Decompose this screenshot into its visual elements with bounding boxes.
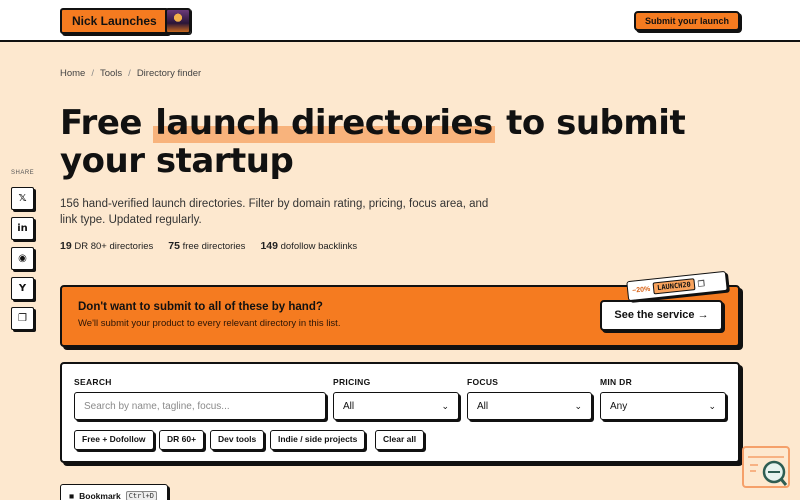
search-label: SEARCH [74, 377, 112, 387]
chevron-down-icon: ⌄ [574, 400, 582, 411]
x-icon: 𝕏 [18, 193, 27, 204]
search-input[interactable] [74, 392, 326, 420]
breadcrumb-separator: / [128, 68, 131, 79]
pricing-label: PRICING [333, 377, 371, 387]
share-label: SHARE [11, 170, 35, 176]
bookmark-icon: ■ [69, 491, 75, 500]
linkedin-icon: in [17, 223, 28, 234]
breadcrumb-home[interactable]: Home [60, 68, 85, 79]
page-title: Free launch directories to submit your s… [60, 103, 740, 180]
coupon-code: LAUNCH20 [652, 278, 696, 295]
chip-free-dofollow[interactable]: Free + Dofollow [74, 430, 154, 450]
pricing-value: All [343, 400, 355, 412]
chip-dr60[interactable]: DR 60+ [159, 430, 205, 450]
bookmark-shortcut: Ctrl+D [125, 491, 158, 500]
min-dr-value: Any [610, 400, 628, 412]
logo-button[interactable]: Nick Launches [60, 8, 169, 34]
promo-subtitle: We'll submit your product to every relev… [78, 318, 341, 329]
share-x-button[interactable]: 𝕏 [11, 187, 34, 210]
breadcrumb: Home / Tools / Directory finder [60, 68, 201, 79]
stat-dr80: 19 DR 80+ directories [60, 240, 154, 252]
focus-select[interactable]: All ⌄ [467, 392, 592, 420]
breadcrumb-tools[interactable]: Tools [100, 68, 122, 79]
bookmark-button[interactable]: ■ Bookmark Ctrl+D [60, 484, 168, 500]
chevron-down-icon: ⌄ [708, 400, 716, 411]
top-navbar: Nick Launches Submit your launch [0, 0, 800, 42]
submit-launch-button[interactable]: Submit your launch [633, 11, 740, 31]
bookmark-label: Bookmark [79, 491, 121, 500]
title-text: Free [60, 103, 154, 143]
stat-free: 75 free directories [168, 240, 246, 252]
stat-dofollow: 149 dofollow backlinks [260, 240, 358, 252]
reddit-icon: ◉ [18, 253, 27, 264]
stats-row: 19 DR 80+ directories 75 free directorie… [60, 240, 357, 252]
title-highlight: launch directories [153, 103, 495, 143]
hackernews-icon: Y [18, 283, 27, 294]
share-linkedin-button[interactable]: in [11, 217, 34, 240]
min-dr-label: MIN DR [600, 377, 633, 387]
chevron-down-icon: ⌄ [441, 400, 449, 411]
avatar[interactable] [165, 8, 191, 34]
chip-indie-side-projects[interactable]: Indie / side projects [270, 430, 366, 450]
breadcrumb-separator: / [91, 68, 94, 79]
search-widget-icon[interactable] [742, 446, 790, 488]
chip-dev-tools[interactable]: Dev tools [210, 430, 265, 450]
min-dr-select[interactable]: Any ⌄ [600, 392, 726, 420]
filter-panel: SEARCH PRICING All ⌄ FOCUS All ⌄ MIN DR … [60, 362, 740, 463]
focus-value: All [477, 400, 489, 412]
copy-icon: ❐ [18, 313, 27, 324]
coupon-discount: −20% [631, 285, 651, 295]
chip-clear-all[interactable]: Clear all [375, 430, 425, 450]
share-hackernews-button[interactable]: Y [11, 277, 34, 300]
see-service-button[interactable]: See the service → [600, 300, 723, 331]
share-copy-link-button[interactable]: ❐ [11, 307, 34, 330]
focus-label: FOCUS [467, 377, 499, 387]
breadcrumb-current: Directory finder [136, 68, 202, 79]
share-reddit-button[interactable]: ◉ [11, 247, 34, 270]
copy-icon[interactable]: ❐ [697, 279, 705, 289]
intro-text: 156 hand-verified launch directories. Fi… [60, 198, 489, 226]
promo-title: Don't want to submit to all of these by … [78, 301, 323, 313]
pricing-select[interactable]: All ⌄ [333, 392, 459, 420]
